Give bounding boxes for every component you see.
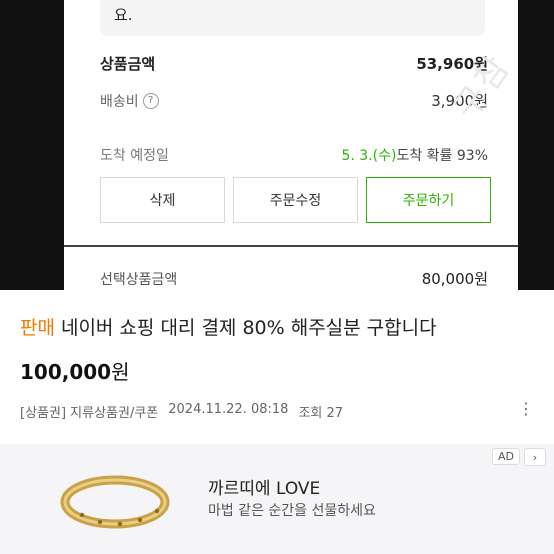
listing-title: 판매 네이버 쇼핑 대리 결제 80% 해주실분 구합니다 bbox=[20, 314, 540, 342]
eta-value: 5. 3.(수)도착 확률 93% bbox=[341, 145, 488, 165]
ad-subtitle: 마법 같은 순간을 선물하세요 bbox=[208, 503, 376, 519]
price-number: 100,000 bbox=[20, 360, 112, 384]
divider bbox=[64, 245, 518, 247]
listing-title-text: 네이버 쇼핑 대리 결제 80% 해주실분 구합니다 bbox=[60, 317, 437, 339]
place-order-button: 주문하기 bbox=[366, 177, 491, 223]
eta-date: 5. 3.(수) bbox=[341, 148, 397, 164]
listing-category[interactable]: [상품권] 지류상품권/쿠폰 bbox=[20, 402, 158, 421]
ad-badge[interactable]: AD bbox=[492, 448, 520, 465]
amount-row: 상품금액 53,960원 bbox=[100, 53, 488, 74]
order-buttons: 삭제 주문수정 주문하기 bbox=[100, 177, 491, 223]
selected-value: 80,000원 bbox=[421, 270, 488, 288]
shipping-row: 배송비 ? 3,900원 bbox=[100, 90, 488, 111]
listing-price: 100,000원 bbox=[20, 356, 130, 385]
listing-date: 2024.11.22. 08:18 bbox=[168, 402, 289, 417]
listing-views: 조회 27 bbox=[298, 406, 344, 421]
phone-screen: 요. 상품금액 53,960원 배송비 ? 3,900원 도착 예정일 5. 3… bbox=[64, 0, 520, 290]
edit-order-button: 주문수정 bbox=[233, 177, 358, 223]
help-icon: ? bbox=[142, 92, 159, 109]
shipping-label: 배송비 bbox=[100, 93, 139, 110]
ad-banner[interactable]: 까르띠에 LOVE 마법 같은 순간을 선물하세요 AD › bbox=[0, 444, 554, 554]
bracelet-image bbox=[60, 475, 170, 529]
shipping-label-wrap: 배송비 ? bbox=[100, 91, 159, 111]
delete-button: 삭제 bbox=[100, 177, 225, 223]
eta-label: 도착 예정일 bbox=[100, 148, 169, 164]
selected-amount-row: 선택상품금액 80,000원 bbox=[100, 268, 488, 289]
listing-meta: [상품권] 지류상품권/쿠폰 2024.11.22. 08:18 조회 27 bbox=[20, 402, 343, 421]
message-box: 요. bbox=[100, 0, 485, 36]
eta-probability: 도착 확률 93% bbox=[396, 148, 488, 164]
status-badge: 판매 bbox=[20, 317, 55, 339]
price-unit: 원 bbox=[111, 360, 130, 384]
eta-row: 도착 예정일 5. 3.(수)도착 확률 93% bbox=[100, 145, 488, 165]
selected-label: 선택상품금액 bbox=[100, 271, 178, 288]
ad-close-icon[interactable]: › bbox=[524, 448, 546, 466]
ad-title[interactable]: 까르띠에 LOVE bbox=[208, 474, 320, 499]
message-text: 요. bbox=[114, 6, 133, 24]
more-options-icon[interactable]: ⋮ bbox=[516, 398, 536, 418]
amount-label: 상품금액 bbox=[100, 55, 156, 73]
listing-photo[interactable]: 요. 상품금액 53,960원 배송비 ? 3,900원 도착 예정일 5. 3… bbox=[0, 0, 554, 290]
listing-title-block: 판매 네이버 쇼핑 대리 결제 80% 해주실분 구합니다 bbox=[20, 314, 540, 342]
